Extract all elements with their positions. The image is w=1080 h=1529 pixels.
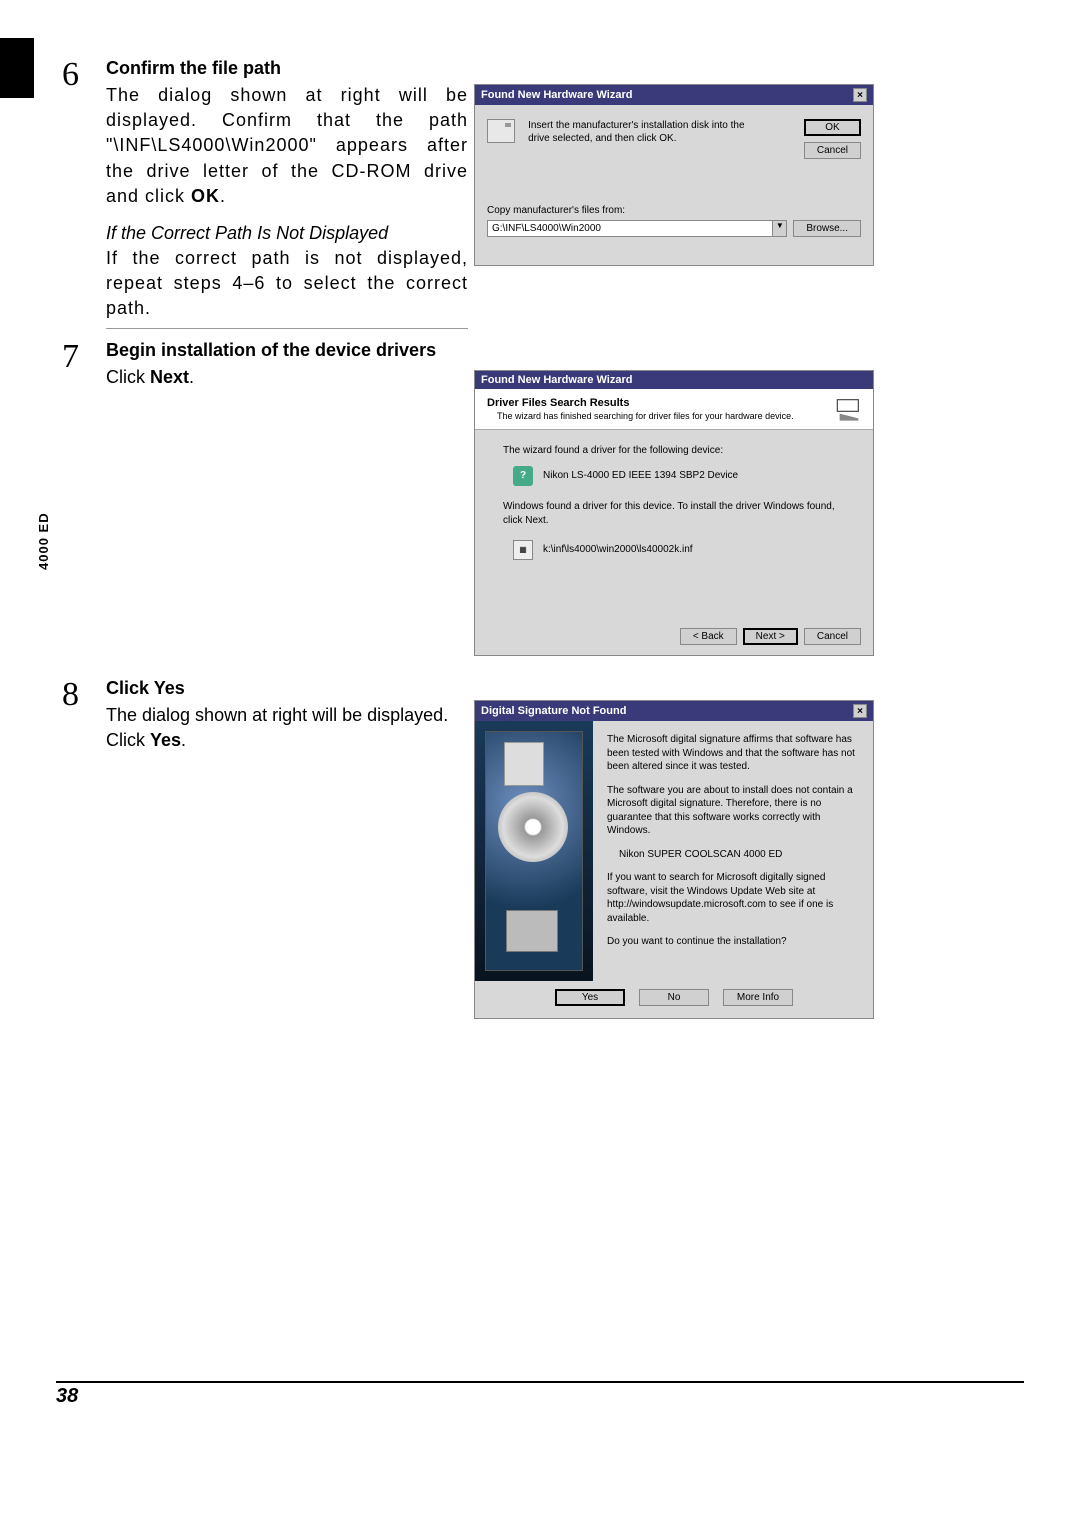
no-button[interactable]: No xyxy=(639,989,709,1006)
found-hardware-dialog-insert-disk: Found New Hardware Wizard × Insert the m… xyxy=(474,84,874,266)
dialog-title-text: Digital Signature Not Found xyxy=(481,705,626,717)
step-8-yes: Yes xyxy=(150,730,181,750)
step-8-title-prefix: Click xyxy=(106,678,154,698)
copy-from-label: Copy manufacturer's files from: xyxy=(487,205,861,216)
step-6: 6 Confirm the file path The dialog shown… xyxy=(62,58,468,329)
inf-file-icon: ▦ xyxy=(513,540,533,560)
document-icon xyxy=(504,742,544,786)
step-6-suffix: . xyxy=(220,186,226,206)
step-8-title-yes: Yes xyxy=(154,678,185,698)
step-7-title: Begin installation of the device drivers xyxy=(106,340,468,361)
question-icon: ? xyxy=(513,466,533,486)
step-8-title: Click Yes xyxy=(106,678,468,699)
step-7-suffix: . xyxy=(189,367,194,387)
signature-p3: If you want to search for Microsoft digi… xyxy=(607,871,859,925)
close-icon[interactable]: × xyxy=(853,88,867,102)
dialog-instruction: Insert the manufacturer's installation d… xyxy=(528,119,768,145)
digital-signature-dialog: Digital Signature Not Found × The Micros… xyxy=(474,700,874,1019)
path-input[interactable]: G:\INF\LS4000\Win2000 ▼ xyxy=(487,220,787,237)
step-number: 8 xyxy=(62,678,106,753)
step-number: 6 xyxy=(62,58,106,329)
signature-p2: The software you are about to install do… xyxy=(607,784,859,838)
dialog-title-text: Found New Hardware Wizard xyxy=(481,374,632,386)
step-7-next: Next xyxy=(150,367,189,387)
device-name: Nikon LS-4000 ED IEEE 1394 SBP2 Device xyxy=(543,469,738,483)
page-number: 38 xyxy=(56,1385,78,1407)
step-8: 8 Click Yes The dialog shown at right wi… xyxy=(62,678,468,753)
divider xyxy=(106,328,468,329)
close-icon[interactable]: × xyxy=(853,704,867,718)
dialog-titlebar: Found New Hardware Wizard × xyxy=(475,85,873,105)
cancel-button[interactable]: Cancel xyxy=(804,142,861,159)
step-6-text: The dialog shown at right will be displa… xyxy=(106,85,468,206)
step-8-suffix: . xyxy=(181,730,186,750)
cancel-button[interactable]: Cancel xyxy=(804,628,861,645)
step-7-prefix: Click xyxy=(106,367,150,387)
step-6-subbody: If the correct path is not displayed, re… xyxy=(106,246,468,322)
found-driver-text: The wizard found a driver for the follow… xyxy=(503,444,845,458)
browse-button[interactable]: Browse... xyxy=(793,220,861,237)
step-6-ok: OK xyxy=(191,186,220,206)
yes-button[interactable]: Yes xyxy=(555,989,625,1006)
step-number: 7 xyxy=(62,340,106,390)
dialog-titlebar: Found New Hardware Wizard xyxy=(475,371,873,389)
step-8-body: The dialog shown at right will be displa… xyxy=(106,703,468,753)
step-7-body: Click Next. xyxy=(106,365,468,390)
back-button[interactable]: < Back xyxy=(680,628,737,645)
path-value: G:\INF\LS4000\Win2000 xyxy=(488,221,772,236)
install-text: Windows found a driver for this device. … xyxy=(503,500,845,528)
monitor-icon xyxy=(506,910,558,952)
signature-p1: The Microsoft digital signature affirms … xyxy=(607,733,859,774)
found-hardware-dialog-search-results: Found New Hardware Wizard Driver Files S… xyxy=(474,370,874,656)
dialog-titlebar: Digital Signature Not Found × xyxy=(475,701,873,721)
step-7: 7 Begin installation of the device drive… xyxy=(62,340,468,390)
dialog-header-title: Driver Files Search Results xyxy=(487,397,861,409)
cd-icon xyxy=(498,792,568,862)
dropdown-icon[interactable]: ▼ xyxy=(772,221,786,236)
next-button[interactable]: Next > xyxy=(743,628,798,645)
more-info-button[interactable]: More Info xyxy=(723,989,793,1006)
dialog-title-text: Found New Hardware Wizard xyxy=(481,89,632,101)
page-footer: 38 xyxy=(56,1381,1024,1408)
dialog-graphic xyxy=(475,721,593,981)
step-6-title: Confirm the file path xyxy=(106,58,468,79)
product-name: Nikon SUPER COOLSCAN 4000 ED xyxy=(619,848,859,862)
ok-button[interactable]: OK xyxy=(804,119,861,136)
side-label: 4000 ED xyxy=(36,512,51,570)
corner-tab xyxy=(0,38,34,98)
step-6-subheading: If the Correct Path Is Not Displayed xyxy=(106,223,468,244)
inf-path: k:\inf\ls4000\win2000\ls40002k.inf xyxy=(543,543,693,557)
step-6-body: The dialog shown at right will be displa… xyxy=(106,83,468,209)
signature-p4: Do you want to continue the installation… xyxy=(607,935,859,949)
dialog-header-subtitle: The wizard has finished searching for dr… xyxy=(497,411,861,421)
device-icon xyxy=(835,395,863,423)
floppy-icon xyxy=(487,119,515,143)
